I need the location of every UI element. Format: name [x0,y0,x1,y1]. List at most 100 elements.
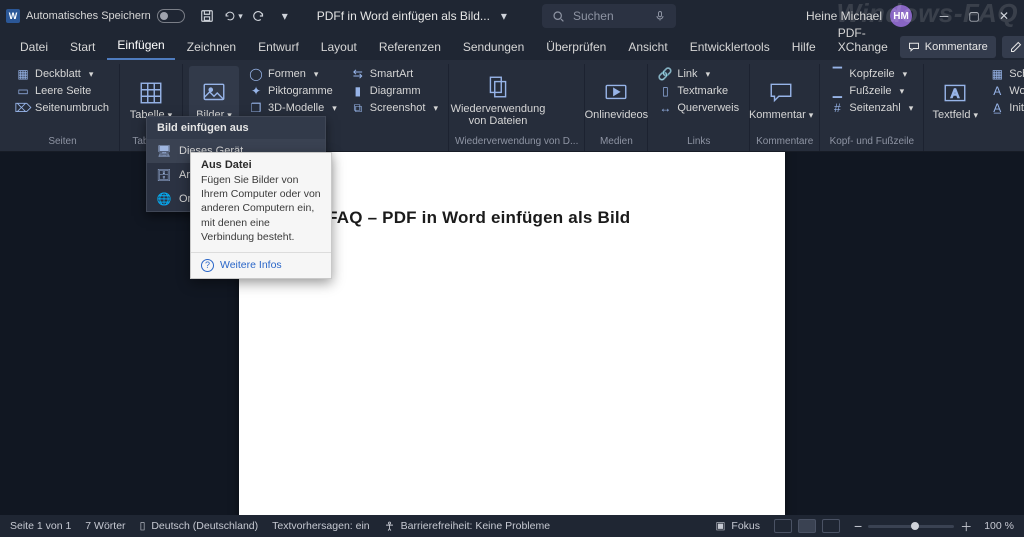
view-web-icon[interactable] [822,519,840,533]
doc-title-dropdown-icon[interactable]: ▾ [494,6,514,26]
comments-button[interactable]: Kommentare [900,36,996,58]
search-icon [552,10,565,23]
tab-datei[interactable]: Datei [10,36,58,60]
bookmark-icon: ▯ [658,84,672,98]
tab-start[interactable]: Start [60,36,105,60]
cmd-smartart[interactable]: ⇆SmartArt [347,66,442,82]
mic-icon[interactable] [654,10,666,22]
editing-mode-button[interactable]: Bearbeitung [1002,36,1024,58]
cmd-label: Kommentar [749,109,813,121]
group-label: Kopf- und Fußzeile [826,134,917,149]
view-buttons [774,519,840,533]
footer-icon: ▁ [830,84,844,98]
status-lang[interactable]: ▯ Deutsch (Deutschland) [140,520,259,532]
zoom-in-icon[interactable]: ＋ [960,518,972,535]
zoom-control: − ＋ 100 % [854,518,1014,535]
status-accessibility[interactable]: Barrierefreiheit: Keine Probleme [384,520,550,532]
cmd-diagramm[interactable]: ▮Diagramm [347,83,442,99]
group-kopffuss: ▔Kopfzeile ▁Fußzeile #Seitenzahl Kopf- u… [820,64,924,151]
shapes-icon: ◯ [249,67,263,81]
qat-customize-icon[interactable]: ▾ [275,6,295,26]
cmd-formen[interactable]: ◯Formen [245,66,341,82]
table-icon [137,79,165,107]
autosave-toggle[interactable] [157,9,185,23]
cmd-schnellbausteine[interactable]: ▦Schnellbausteine [986,66,1024,82]
pencil-icon [1010,41,1022,53]
zoom-value[interactable]: 100 % [984,520,1014,532]
pictures-icon [200,79,228,107]
cmd-kopfzeile[interactable]: ▔Kopfzeile [826,66,917,82]
minimize-icon[interactable]: ─ [930,6,958,26]
view-read-icon[interactable] [774,519,792,533]
header-icon: ▔ [830,67,844,81]
tab-hilfe[interactable]: Hilfe [782,36,826,60]
cmd-link[interactable]: 🔗Link [654,66,743,82]
group-links: 🔗Link ▯Textmarke ↔Querverweis Links [648,64,750,151]
group-wiederverwendung: Wiederverwendung von Dateien Wiederverwe… [449,64,585,151]
tab-referenzen[interactable]: Referenzen [369,36,451,60]
undo-icon[interactable] [223,6,243,26]
cmd-label: Onlinevideos [585,109,649,121]
cmd-leere-seite[interactable]: ▭Leere Seite [12,83,113,99]
view-print-icon[interactable] [798,519,816,533]
cmd-fusszeile[interactable]: ▁Fußzeile [826,83,917,99]
tooltip-more[interactable]: ? Weitere Infos [191,252,331,278]
tab-entwicklertools[interactable]: Entwicklertools [680,36,780,60]
status-words[interactable]: 7 Wörter [85,520,125,532]
maximize-icon[interactable]: ▢ [960,6,988,26]
autosave-group: W Automatisches Speichern [6,9,185,23]
group-label: Seiten [12,134,113,149]
tab-einfuegen[interactable]: Einfügen [107,34,174,60]
tab-zeichnen[interactable]: Zeichnen [177,36,246,60]
lang-icon: ▯ [140,520,146,532]
status-predict[interactable]: Textvorhersagen: ein [272,520,369,532]
cmd-querverweis[interactable]: ↔Querverweis [654,100,743,116]
cmd-deckblatt[interactable]: ▦Deckblatt [12,66,113,82]
pagenum-icon: # [830,101,844,115]
cmd-wiederverwendung[interactable]: Wiederverwendung von Dateien [455,66,541,134]
cmd-textfeld[interactable]: A Textfeld [930,66,980,134]
group-seiten: ▦Deckblatt ▭Leere Seite ⌦Seitenumbruch S… [6,64,120,151]
redo-icon[interactable] [249,6,269,26]
cmd-wordart[interactable]: AWordArt [986,83,1024,99]
tab-sendungen[interactable]: Sendungen [453,36,534,60]
close-icon[interactable]: ✕ [990,6,1018,26]
tab-entwurf[interactable]: Entwurf [248,36,309,60]
cmd-onlinevideos[interactable]: Onlinevideos [591,66,641,134]
device-icon: 🖥 [157,144,171,158]
tab-pdfxchange[interactable]: PDF-XChange [828,22,898,60]
cmd-seitenumbruch[interactable]: ⌦Seitenumbruch [12,100,113,116]
tooltip-title: Aus Datei [191,153,331,173]
word-icon: W [6,9,20,23]
status-focus[interactable]: ▣ Fokus [716,520,761,532]
blankpage-icon: ▭ [16,84,30,98]
help-icon: ? [201,259,214,272]
video-icon [602,79,630,107]
cmd-textmarke[interactable]: ▯Textmarke [654,83,743,99]
comment-icon [767,79,795,107]
group-text: A Textfeld ▦Schnellbausteine AWordArt A̲… [924,64,1024,151]
tab-ueberpruefen[interactable]: Überprüfen [536,36,616,60]
cmd-kommentar[interactable]: Kommentar [756,66,806,134]
cmd-initiale[interactable]: A̲Initiale [986,100,1024,116]
cmd-label: Textfeld [933,109,978,121]
comments-label: Kommentare [925,41,988,53]
tooltip-more-label: Weitere Infos [220,259,282,271]
group-label: Text [930,134,1024,149]
accessibility-icon [384,521,395,532]
save-icon[interactable] [197,6,217,26]
search-input[interactable]: Suchen [542,4,676,28]
cmd-3dmodelle[interactable]: ❒3D-Modelle [245,100,341,116]
cmd-seitenzahl[interactable]: #Seitenzahl [826,100,917,116]
cmd-piktogramme[interactable]: ✦Piktogramme [245,83,341,99]
textbox-icon: A [941,79,969,107]
zoom-out-icon[interactable]: − [854,518,862,534]
tab-ansicht[interactable]: Ansicht [618,36,677,60]
tab-layout[interactable]: Layout [311,36,367,60]
status-page[interactable]: Seite 1 von 1 [10,520,71,532]
window-controls: ─ ▢ ✕ [930,6,1018,26]
link-icon: 🔗 [658,67,672,81]
cmd-screenshot[interactable]: ⧉Screenshot [347,100,442,116]
cmd-label: Wiederverwendung von Dateien [451,103,546,127]
zoom-slider[interactable] [868,525,954,528]
